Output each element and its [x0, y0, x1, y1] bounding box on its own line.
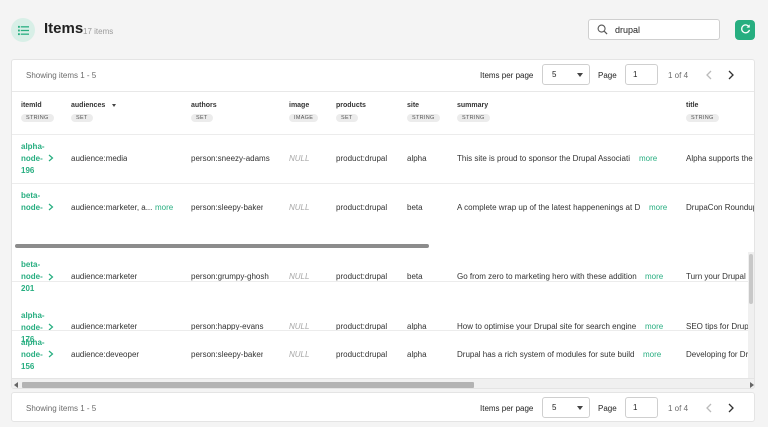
page-input[interactable]: 1 [625, 64, 658, 85]
items-per-page-select[interactable]: 5 [542, 64, 590, 85]
search-box[interactable] [588, 19, 720, 40]
column-type-badge: STRING [686, 114, 719, 122]
refresh-icon [740, 21, 751, 39]
cell-image: NULL [289, 203, 310, 212]
column-type-badge: IMAGE [289, 114, 319, 122]
showing-items: Showing items 1 - 5 [26, 404, 97, 413]
cell-products: product:drupal [336, 350, 388, 359]
cell-image: NULL [289, 272, 310, 281]
cell-title: DrupaCon Roundup [686, 203, 755, 212]
items-per-page-value: 5 [552, 403, 557, 412]
cell-image: NULL [289, 350, 310, 359]
cell-image: NULL [289, 154, 310, 163]
cell-site: alpha [407, 154, 427, 163]
page-of: 1 of 4 [668, 71, 689, 80]
cell-title: Turn your Drupal sit [686, 272, 755, 281]
sort-desc-icon[interactable] [112, 104, 116, 107]
items-per-page-select[interactable]: 5 [542, 397, 590, 418]
items-table-card: Showing items 1 - 5 Items per page 5 Pag… [11, 59, 755, 389]
cell-authors: person:sleepy-baker [191, 203, 264, 212]
chevron-right-icon[interactable] [723, 67, 739, 83]
cell-authors: person:sneezy-adams [191, 154, 270, 163]
column-header-summary[interactable]: summary [457, 102, 488, 109]
column-header-itemid[interactable]: itemId [21, 102, 42, 109]
scrollbar-thumb[interactable] [749, 254, 753, 304]
refresh-button[interactable] [735, 20, 755, 40]
column-type-badge: STRING [457, 114, 490, 122]
cell-summary: Go from zero to marketing hero with thes… [457, 272, 637, 281]
page-input[interactable]: 1 [625, 397, 658, 418]
page-label: Page [598, 404, 617, 413]
cell-summary: Drupal has a rich system of modules for … [457, 350, 635, 359]
items-per-page-value: 5 [552, 70, 557, 79]
page-value: 1 [633, 403, 638, 412]
cell-audiences: audience:deveoper [71, 350, 140, 359]
list-icon [11, 18, 35, 42]
cell-audiences: audience:marketer [71, 272, 138, 281]
table-row: alpha-node- 176 audience:marketer person:… [12, 281, 754, 344]
column-type-badge: SET [336, 114, 358, 122]
pager-top: Showing items 1 - 5 Items per page 5 Pag… [12, 60, 754, 90]
scroll-right-icon[interactable] [750, 382, 754, 388]
column-type-badge: STRING [407, 114, 440, 122]
more-link[interactable]: more [645, 272, 663, 281]
caret-down-icon [577, 406, 583, 410]
cell-audiences: audience:marketer, a... [71, 203, 153, 212]
column-type-badge: SET [71, 114, 93, 122]
cell-summary: A complete wrap up of the latest happene… [457, 203, 641, 212]
page-of: 1 of 4 [668, 404, 689, 413]
column-header-image[interactable]: image [289, 102, 309, 109]
cell-site: beta [407, 203, 423, 212]
cell-title: Alpha supports the I [686, 154, 755, 163]
search-input[interactable] [615, 24, 715, 35]
cell-site: alpha [407, 350, 427, 359]
table-row: beta-node- 201 audience:marketer person:g… [12, 232, 755, 293]
column-type-badge: SET [191, 114, 213, 122]
pager-bottom: Showing items 1 - 5 Items per page 5 Pag… [11, 392, 755, 422]
chevron-left-icon[interactable] [701, 400, 717, 416]
chevron-right-icon[interactable] [47, 350, 55, 358]
chevron-right-icon[interactable] [47, 154, 55, 162]
cell-authors: person:grumpy-ghosh [191, 272, 269, 281]
column-type-badge: STRING [21, 114, 54, 122]
page-title: Items [44, 20, 84, 37]
cell-products: product:drupal [336, 272, 388, 281]
more-link[interactable]: more [155, 203, 173, 212]
item-count: 17 items [83, 27, 114, 36]
more-link[interactable]: more [639, 154, 657, 163]
chevron-left-icon[interactable] [701, 67, 717, 83]
chevron-right-icon[interactable] [47, 273, 55, 281]
chevron-right-icon[interactable] [47, 203, 55, 211]
column-header-authors[interactable]: authors [191, 102, 217, 109]
top-bar: Items 17 items [0, 0, 768, 58]
more-link[interactable]: more [643, 350, 661, 359]
column-header-site[interactable]: site [407, 102, 419, 109]
horizontal-scrollbar[interactable] [12, 378, 754, 388]
column-header-products[interactable]: products [336, 102, 366, 109]
search-icon [597, 24, 609, 36]
column-header-audiences[interactable]: audiences [71, 102, 105, 109]
table-row: alpha-node- 196 audience:media person:sne… [12, 134, 755, 183]
more-link[interactable]: more [649, 203, 667, 212]
cell-authors: person:sleepy-baker [191, 350, 264, 359]
cell-site: beta [407, 272, 423, 281]
cell-products: product:drupal [336, 154, 388, 163]
cell-products: product:drupal [336, 203, 388, 212]
showing-items: Showing items 1 - 5 [26, 71, 97, 80]
cell-title: Developing for Drup [686, 350, 755, 359]
page-label: Page [598, 71, 617, 80]
scroll-left-icon[interactable] [14, 382, 18, 388]
vertical-scrollbar[interactable] [748, 252, 754, 378]
scrollbar-thumb[interactable] [22, 382, 474, 388]
items-per-page-label: Items per page [480, 71, 534, 80]
table-row: beta-node- audience:marketer, a... more … [12, 183, 755, 232]
cell-audiences: audience:media [71, 154, 128, 163]
caret-down-icon [577, 73, 583, 77]
column-header-title[interactable]: title [686, 102, 698, 109]
page-value: 1 [633, 70, 638, 79]
table-row: alpha-node- 156 audience:deveoper person:… [12, 330, 755, 379]
cell-summary: This site is proud to sponsor the Drupal… [457, 154, 630, 163]
items-per-page-label: Items per page [480, 404, 534, 413]
chevron-right-icon[interactable] [723, 400, 739, 416]
